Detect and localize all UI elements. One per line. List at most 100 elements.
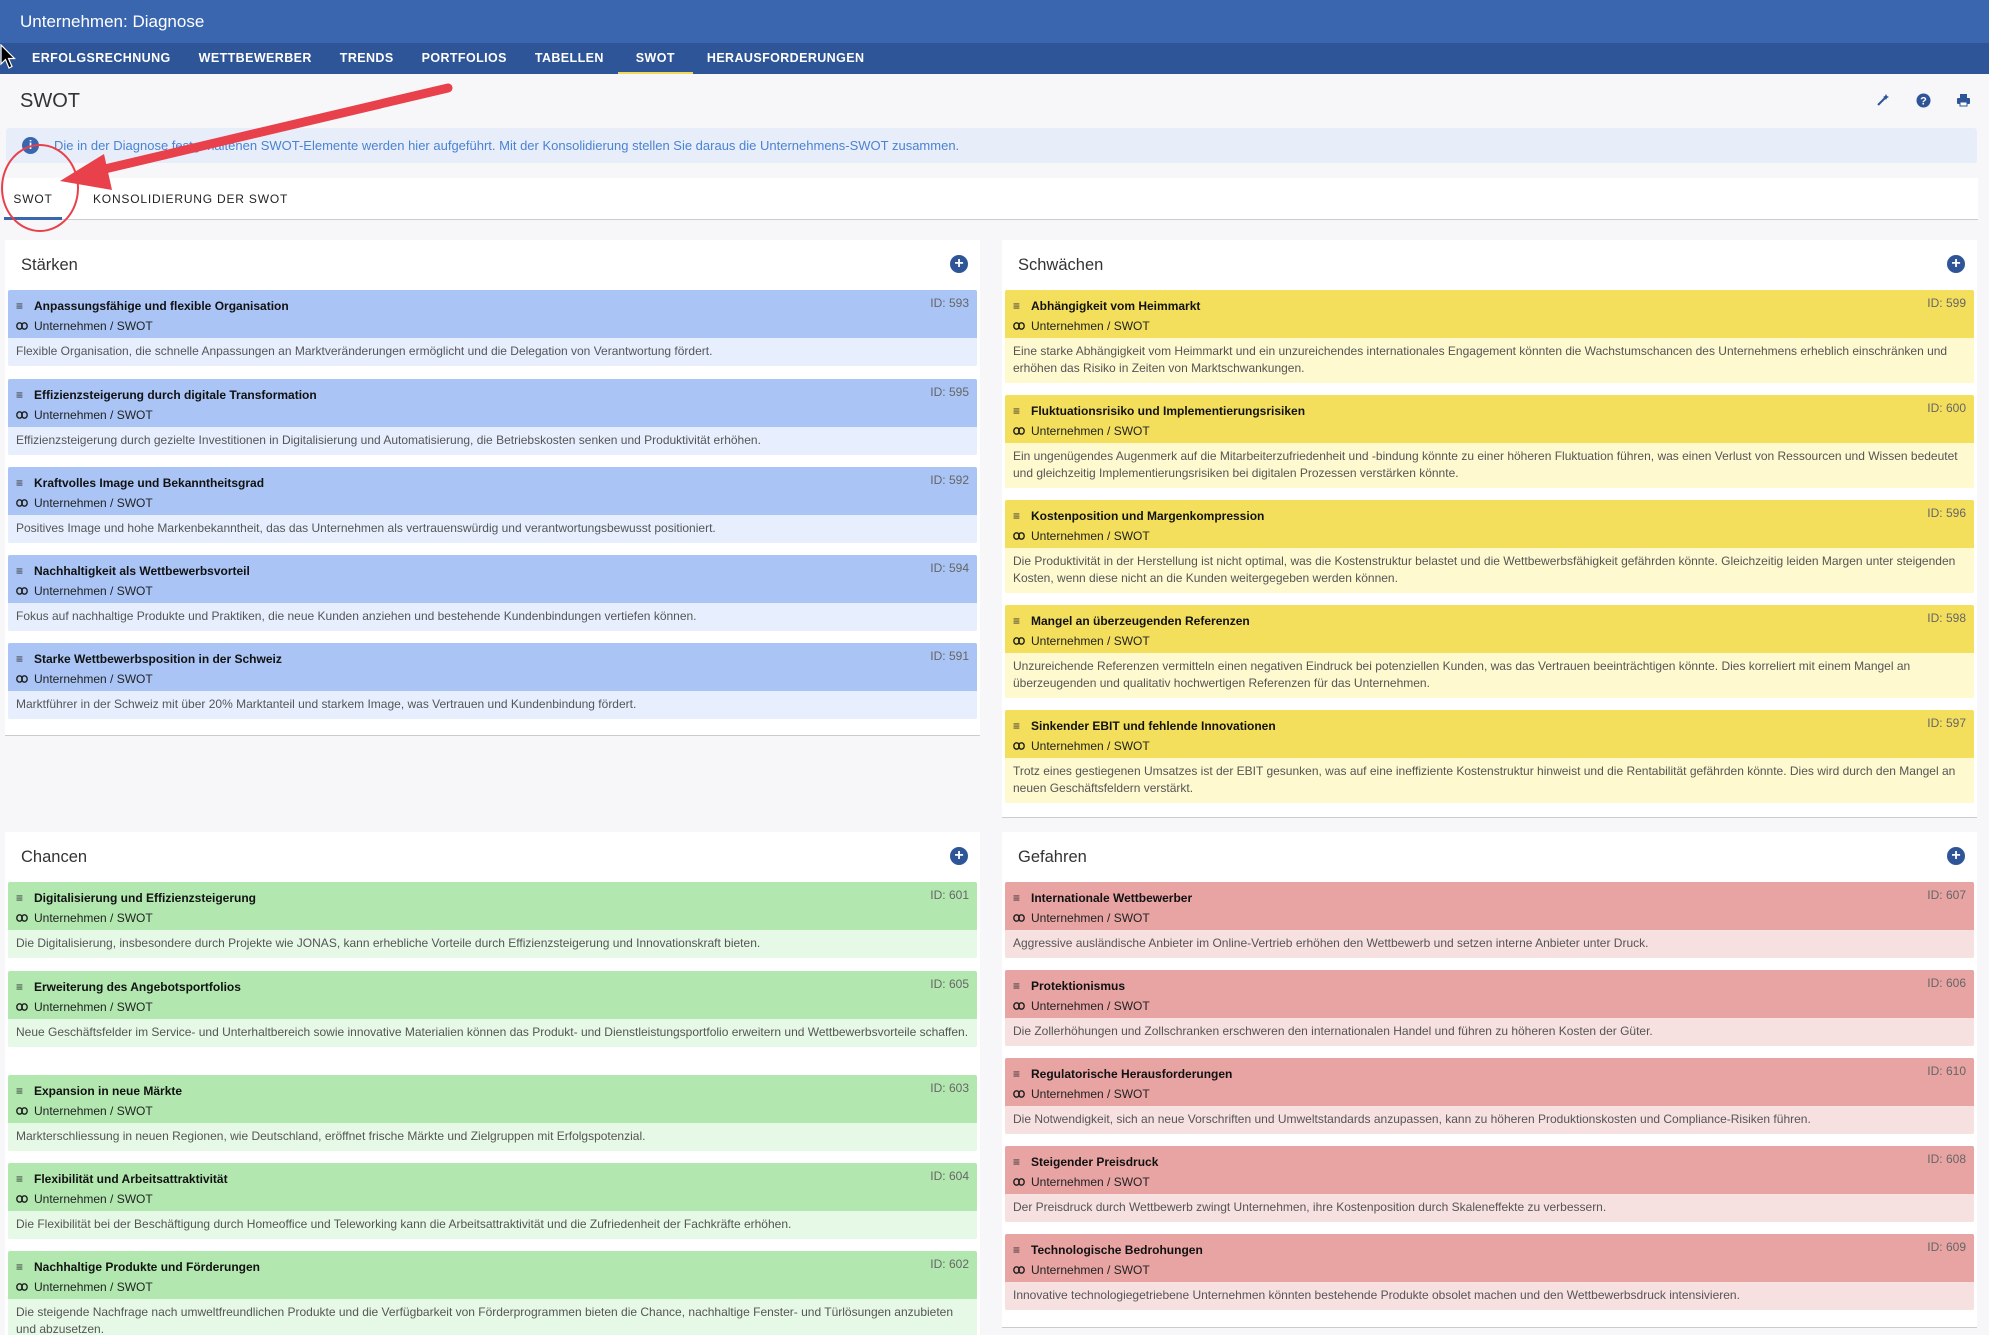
weaknesses-card[interactable]: ≡ Abhängigkeit vom Heimmarkt Unternehmen /… xyxy=(1005,290,1974,383)
card-path[interactable]: Unternehmen / SWOT xyxy=(1031,1263,1150,1277)
card-path[interactable]: Unternehmen / SWOT xyxy=(34,496,153,510)
card-path[interactable]: Unternehmen / SWOT xyxy=(1031,739,1150,753)
strengths-card[interactable]: ≡ Starke Wettbewerbsposition in der Schwe… xyxy=(8,643,977,719)
drag-handle-icon[interactable]: ≡ xyxy=(1013,1243,1023,1257)
card-title[interactable]: Fluktuationsrisiko und Implementierungsr… xyxy=(1031,404,1305,418)
drag-handle-icon[interactable]: ≡ xyxy=(1013,891,1023,905)
threats-card[interactable]: ≡ Technologische Bedrohungen Unternehmen /… xyxy=(1005,1234,1974,1310)
nav-portfolios[interactable]: PORTFOLIOS xyxy=(408,43,521,74)
strengths-card[interactable]: ≡ Effizienzsteigerung durch digitale Tran… xyxy=(8,379,977,455)
card-path[interactable]: Unternehmen / SWOT xyxy=(1031,319,1150,333)
print-icon[interactable] xyxy=(1955,92,1971,108)
opportunities-card[interactable]: ≡ Expansion in neue Märkte Unternehmen / S… xyxy=(8,1075,977,1151)
card-path[interactable]: Unternehmen / SWOT xyxy=(1031,529,1150,543)
opportunities-card[interactable]: ≡ Flexibilität und Arbeitsattraktivität Un… xyxy=(8,1163,977,1239)
card-path[interactable]: Unternehmen / SWOT xyxy=(34,911,153,925)
nav-swot[interactable]: SWOT xyxy=(617,43,694,74)
weaknesses-card[interactable]: ≡ Kostenposition und Margenkompression Unt… xyxy=(1005,500,1974,593)
drag-handle-icon[interactable]: ≡ xyxy=(1013,979,1023,993)
drag-handle-icon[interactable]: ≡ xyxy=(16,1260,26,1274)
drag-handle-icon[interactable]: ≡ xyxy=(1013,614,1023,628)
card-title[interactable]: Flexibilität und Arbeitsattraktivität xyxy=(34,1172,228,1186)
card-title[interactable]: Kraftvolles Image und Bekanntheitsgrad xyxy=(34,476,264,490)
drag-handle-icon[interactable]: ≡ xyxy=(1013,299,1023,313)
drag-handle-icon[interactable]: ≡ xyxy=(16,1084,26,1098)
card-title[interactable]: Mangel an überzeugenden Referenzen xyxy=(1031,614,1250,628)
drag-handle-icon[interactable]: ≡ xyxy=(16,1172,26,1186)
nav-tabellen[interactable]: TABELLEN xyxy=(521,43,618,74)
card-path[interactable]: Unternehmen / SWOT xyxy=(1031,1087,1150,1101)
opportunities-card[interactable]: ≡ Erweiterung des Angebotsportfolios Unter… xyxy=(8,971,977,1047)
add-weakness-button[interactable]: + xyxy=(1947,255,1965,273)
drag-handle-icon[interactable]: ≡ xyxy=(16,299,26,313)
weaknesses-card[interactable]: ≡ Mangel an überzeugenden Referenzen Unter… xyxy=(1005,605,1974,698)
panel-title-strengths: Stärken xyxy=(21,256,78,274)
strengths-card[interactable]: ≡ Nachhaltigkeit als Wettbewerbsvorteil Un… xyxy=(8,555,977,631)
drag-handle-icon[interactable]: ≡ xyxy=(16,476,26,490)
weaknesses-card[interactable]: ≡ Sinkender EBIT und fehlende Innovatione… xyxy=(1005,710,1974,803)
card-path-row: Unternehmen / SWOT xyxy=(16,316,969,338)
magic-wand-icon[interactable] xyxy=(1875,92,1891,108)
card-title[interactable]: Nachhaltige Produkte und Förderungen xyxy=(34,1260,260,1274)
strengths-card[interactable]: ≡ Kraftvolles Image und Bekanntheitsgrad U… xyxy=(8,467,977,543)
card-title[interactable]: Sinkender EBIT und fehlende Innovationen xyxy=(1031,719,1276,733)
drag-handle-icon[interactable]: ≡ xyxy=(1013,1155,1023,1169)
card-path[interactable]: Unternehmen / SWOT xyxy=(1031,911,1150,925)
card-path[interactable]: Unternehmen / SWOT xyxy=(1031,1175,1150,1189)
card-path[interactable]: Unternehmen / SWOT xyxy=(34,1104,153,1118)
card-title[interactable]: Effizienzsteigerung durch digitale Trans… xyxy=(34,388,317,402)
drag-handle-icon[interactable]: ≡ xyxy=(16,891,26,905)
nav-erfolgsrechnung[interactable]: ERFOLGSRECHNUNG xyxy=(18,43,185,74)
card-title[interactable]: Steigender Preisdruck xyxy=(1031,1155,1158,1169)
card-path[interactable]: Unternehmen / SWOT xyxy=(34,584,153,598)
card-path[interactable]: Unternehmen / SWOT xyxy=(34,672,153,686)
add-opportunity-button[interactable]: + xyxy=(950,847,968,865)
threats-card[interactable]: ≡ Regulatorische Herausforderungen Unterne… xyxy=(1005,1058,1974,1134)
tab-konsolidierung[interactable]: KONSOLIDIERUNG DER SWOT xyxy=(93,178,288,220)
drag-handle-icon[interactable]: ≡ xyxy=(1013,1067,1023,1081)
drag-handle-icon[interactable]: ≡ xyxy=(16,564,26,578)
threats-card[interactable]: ≡ Protektionismus Unternehmen / SWOT ID: 60… xyxy=(1005,970,1974,1046)
nav-trends[interactable]: TRENDS xyxy=(326,43,408,74)
card-path[interactable]: Unternehmen / SWOT xyxy=(1031,634,1150,648)
card-title-row: ≡ Regulatorische Herausforderungen xyxy=(1013,1058,1966,1084)
card-path[interactable]: Unternehmen / SWOT xyxy=(34,408,153,422)
add-strength-button[interactable]: + xyxy=(950,255,968,273)
help-icon[interactable]: ? xyxy=(1915,92,1931,108)
card-title[interactable]: Digitalisierung und Effizienzsteigerung xyxy=(34,891,256,905)
weaknesses-card[interactable]: ≡ Fluktuationsrisiko und Implementierungs… xyxy=(1005,395,1974,488)
card-path[interactable]: Unternehmen / SWOT xyxy=(34,1280,153,1294)
threats-card[interactable]: ≡ Internationale Wettbewerber Unternehmen … xyxy=(1005,882,1974,958)
add-threat-button[interactable]: + xyxy=(1947,847,1965,865)
card-title[interactable]: Nachhaltigkeit als Wettbewerbsvorteil xyxy=(34,564,250,578)
drag-handle-icon[interactable]: ≡ xyxy=(1013,404,1023,418)
card-title[interactable]: Kostenposition und Margenkompression xyxy=(1031,509,1264,523)
opportunities-card[interactable]: ≡ Nachhaltige Produkte und Förderungen Unt… xyxy=(8,1251,977,1335)
card-title[interactable]: Protektionismus xyxy=(1031,979,1125,993)
card-path[interactable]: Unternehmen / SWOT xyxy=(34,319,153,333)
card-title-row: ≡ Protektionismus xyxy=(1013,970,1966,996)
drag-handle-icon[interactable]: ≡ xyxy=(16,388,26,402)
card-title[interactable]: Abhängigkeit vom Heimmarkt xyxy=(1031,299,1200,313)
card-path[interactable]: Unternehmen / SWOT xyxy=(34,1000,153,1014)
card-title[interactable]: Anpassungsfähige und flexible Organisati… xyxy=(34,299,289,313)
nav-wettbewerber[interactable]: WETTBEWERBER xyxy=(185,43,326,74)
card-title[interactable]: Starke Wettbewerbsposition in der Schwei… xyxy=(34,652,282,666)
nav-herausforderungen[interactable]: HERAUSFORDERUNGEN xyxy=(693,43,879,74)
card-path[interactable]: Unternehmen / SWOT xyxy=(1031,424,1150,438)
drag-handle-icon[interactable]: ≡ xyxy=(16,980,26,994)
strengths-card[interactable]: ≡ Anpassungsfähige und flexible Organisat… xyxy=(8,290,977,366)
card-path[interactable]: Unternehmen / SWOT xyxy=(1031,999,1150,1013)
drag-handle-icon[interactable]: ≡ xyxy=(16,652,26,666)
opportunities-card[interactable]: ≡ Digitalisierung und Effizienzsteigerung… xyxy=(8,882,977,958)
drag-handle-icon[interactable]: ≡ xyxy=(1013,509,1023,523)
card-title[interactable]: Regulatorische Herausforderungen xyxy=(1031,1067,1232,1081)
drag-handle-icon[interactable]: ≡ xyxy=(1013,719,1023,733)
card-title[interactable]: Expansion in neue Märkte xyxy=(34,1084,182,1098)
card-title[interactable]: Internationale Wettbewerber xyxy=(1031,891,1192,905)
card-path[interactable]: Unternehmen / SWOT xyxy=(34,1192,153,1206)
annotation-circle xyxy=(1,144,79,232)
card-title[interactable]: Technologische Bedrohungen xyxy=(1031,1243,1203,1257)
threats-card[interactable]: ≡ Steigender Preisdruck Unternehmen / SWOT… xyxy=(1005,1146,1974,1222)
card-title[interactable]: Erweiterung des Angebotsportfolios xyxy=(34,980,241,994)
